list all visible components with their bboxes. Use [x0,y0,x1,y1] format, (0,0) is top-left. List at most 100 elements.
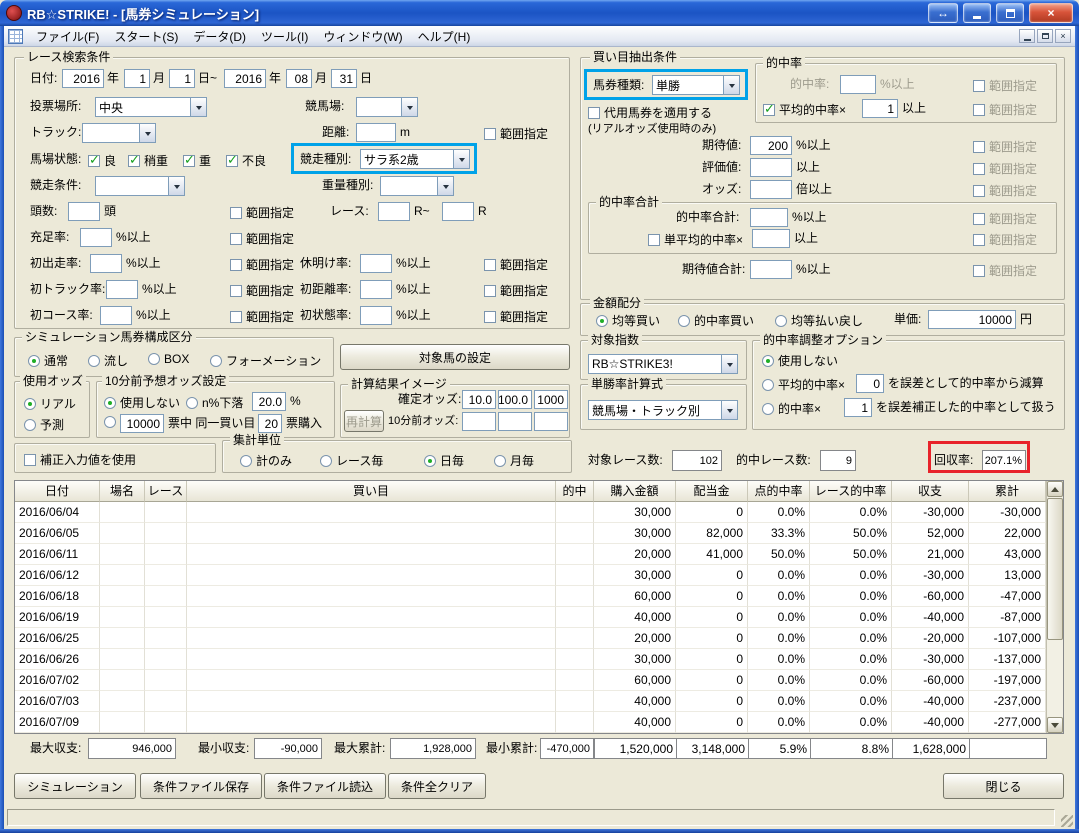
avg-hit-rate-checkbox[interactable]: 平均的中率× [763,101,846,118]
date-to-year-input[interactable]: 2016 [224,69,266,88]
mdi-close-button[interactable]: × [1055,29,1071,43]
close-button[interactable]: × [1029,3,1073,23]
resize-grip-icon[interactable] [1061,815,1073,827]
first-track-input[interactable] [106,280,138,299]
date-from-day-input[interactable]: 1 [169,69,195,88]
track-combo[interactable] [82,123,156,143]
column-header[interactable]: 日付 [15,481,100,502]
real-odds-radio[interactable]: リアル [24,395,76,412]
first-course-input[interactable] [100,306,132,325]
pre-odds-input-1[interactable] [462,412,496,431]
rest-rate-range-checkbox[interactable]: 範囲指定 [484,256,548,273]
expectation-input[interactable]: 200 [750,136,792,155]
column-header[interactable]: 場名 [100,481,145,502]
distance-input[interactable] [356,123,396,142]
heads-input[interactable] [68,202,100,221]
swap-window-button[interactable]: ↔ [928,3,958,23]
avg-hit-range-checkbox[interactable]: 範囲指定 [973,101,1037,118]
box-radio[interactable]: BOX [148,352,189,366]
close-dialog-button[interactable]: 閉じる [943,773,1064,799]
table-row[interactable]: 2016/06/18 60,000 0 0.0% 0.0% -60,000 -47,000 [15,586,1046,607]
rest-rate-input[interactable] [360,254,392,273]
column-header[interactable]: レース的中率 [810,481,892,502]
date-to-day-input[interactable]: 31 [331,69,357,88]
normal-radio[interactable]: 通常 [28,352,68,369]
date-to-month-input[interactable]: 08 [286,69,312,88]
ticket-type-combo[interactable]: 単勝 [652,75,740,95]
substitute-ticket-checkbox[interactable]: 代用馬券を適用する [588,104,712,121]
hit-rate-input[interactable] [840,75,876,94]
menu-item-data[interactable]: データ(D) [186,26,253,47]
odds-range-checkbox[interactable]: 範囲指定 [973,182,1037,199]
correction-checkbox[interactable]: 補正入力値を使用 [24,451,136,468]
single-avg-range-checkbox[interactable]: 範囲指定 [973,231,1037,248]
hit-total-input[interactable] [750,208,788,227]
race-no-from-input[interactable] [378,202,410,221]
scrollbar-thumb[interactable] [1047,498,1063,640]
adjust-hit-input[interactable]: 1 [844,398,872,417]
cond-omo-checkbox[interactable]: 重 [183,152,211,169]
first-cond-input[interactable] [360,306,392,325]
mdi-restore-button[interactable] [1037,29,1053,43]
menu-item-tools[interactable]: ツール(I) [254,26,315,47]
menu-item-help[interactable]: ヘルプ(H) [411,26,478,47]
win-formula-combo[interactable]: 競馬場・トラック別 [588,400,738,420]
table-row[interactable]: 2016/06/05 30,000 82,000 33.3% 50.0% 52,000 22… [15,523,1046,544]
table-row[interactable]: 2016/06/12 30,000 0 0.0% 0.0% -30,000 13,000 [15,565,1046,586]
mdi-minimize-button[interactable] [1019,29,1035,43]
target-index-combo[interactable]: RB☆STRIKE3! [588,354,738,374]
exp-total-input[interactable] [750,260,792,279]
scroll-up-button[interactable] [1047,481,1063,497]
agg-total-only-radio[interactable]: 計のみ [240,452,292,469]
menu-item-file[interactable]: ファイル(F) [29,26,106,47]
maximize-button[interactable] [996,3,1024,23]
votes-input[interactable]: 10000 [120,414,164,433]
hit-rate-buy-radio[interactable]: 的中率買い [678,312,754,329]
heads-range-checkbox[interactable]: 範囲指定 [230,204,294,221]
column-header[interactable]: 点的中率 [748,481,810,502]
fixed-odds-input-3[interactable]: 1000 [534,390,568,409]
agg-per-month-radio[interactable]: 月毎 [494,452,534,469]
avg-hit-rate-input[interactable]: 1 [862,99,898,118]
race-cond-combo[interactable] [95,176,185,196]
cond-bad-checkbox[interactable]: 不良 [226,152,266,169]
minimize-button[interactable] [963,3,991,23]
hit-rate-range-checkbox[interactable]: 範囲指定 [973,77,1037,94]
column-header[interactable]: 収支 [892,481,969,502]
pre-odds-not-use-radio[interactable]: 使用しない [104,394,180,411]
equal-refund-radio[interactable]: 均等払い戻し [775,312,863,329]
formation-radio[interactable]: フォーメーション [210,352,321,369]
column-header[interactable]: 累計 [969,481,1046,502]
pre-odds-input-3[interactable] [534,412,568,431]
votes-radio[interactable] [104,416,116,428]
race-type-combo[interactable]: サラ系2歳 [360,149,470,169]
scroll-down-button[interactable] [1047,717,1063,733]
date-from-year-input[interactable]: 2016 [62,69,104,88]
table-row[interactable]: 2016/06/19 40,000 0 0.0% 0.0% -40,000 -87,000 [15,607,1046,628]
agg-per-day-radio[interactable]: 日毎 [424,452,464,469]
pre-odds-drop-radio[interactable]: n%下落 [186,394,243,411]
table-row[interactable]: 2016/06/11 20,000 41,000 50.0% 50.0% 21,000 43… [15,544,1046,565]
fill-rate-range-checkbox[interactable]: 範囲指定 [230,230,294,247]
single-avg-checkbox[interactable]: 単平均的中率× [648,231,743,248]
first-cond-range-checkbox[interactable]: 範囲指定 [484,308,548,325]
column-header[interactable]: 買い目 [187,481,556,502]
table-row[interactable]: 2016/07/02 60,000 0 0.0% 0.0% -60,000 -197,000 [15,670,1046,691]
column-header[interactable]: 配当金 [676,481,748,502]
clear-all-conditions-button[interactable]: 条件全クリア [388,773,486,799]
adjust-not-use-radio[interactable]: 使用しない [762,352,838,369]
votes-buy-input[interactable]: 20 [258,414,282,433]
column-header[interactable]: 購入金額 [594,481,676,502]
first-course-range-checkbox[interactable]: 範囲指定 [230,308,294,325]
distance-range-checkbox[interactable]: 範囲指定 [484,125,548,142]
fixed-odds-input-1[interactable]: 10.0 [462,390,496,409]
equal-buy-radio[interactable]: 均等買い [596,312,660,329]
table-row[interactable]: 2016/06/25 20,000 0 0.0% 0.0% -20,000 -107,000 [15,628,1046,649]
cond-good-checkbox[interactable]: 良 [88,152,116,169]
unit-price-input[interactable]: 10000 [928,310,1016,329]
agg-per-race-radio[interactable]: レース毎 [320,452,383,469]
menu-item-start[interactable]: スタート(S) [107,26,185,47]
adjust-hit-radio[interactable]: 的中率× [762,400,821,417]
date-from-month-input[interactable]: 1 [124,69,150,88]
adjust-avg-radio[interactable]: 平均的中率× [762,376,845,393]
